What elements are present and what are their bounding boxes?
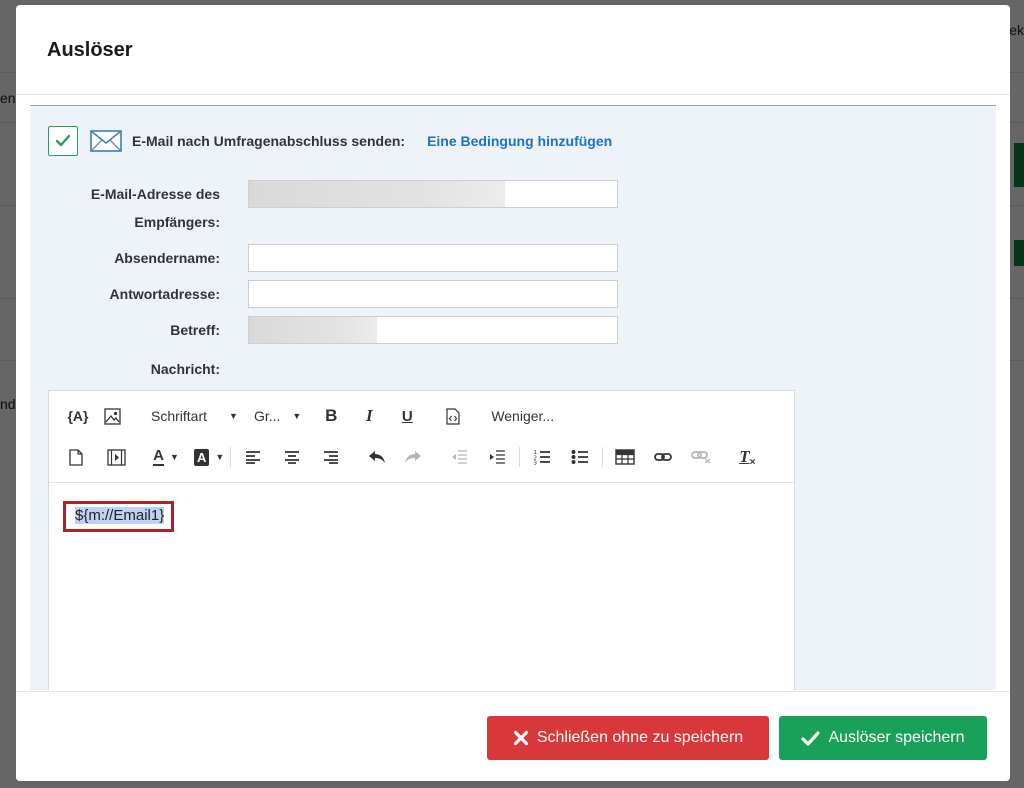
modal-body: E-Mail nach Umfragenabschluss senden: Ei… <box>30 105 996 690</box>
piped-text-button[interactable]: {A} <box>61 402 95 430</box>
italic-icon: I <box>366 406 373 425</box>
toolbar-separator <box>602 447 604 467</box>
align-center-icon <box>285 451 300 464</box>
insert-image-button[interactable] <box>95 402 129 430</box>
svg-text:3: 3 <box>534 461 538 466</box>
align-right-icon <box>324 451 339 464</box>
close-icon <box>513 730 528 746</box>
highlighted-piped-text: ${m://Email1} <box>63 501 175 532</box>
recipient-label-line1: E-Mail-Adresse des <box>90 186 220 202</box>
less-options-button[interactable]: Weniger... <box>491 402 554 430</box>
close-without-saving-button[interactable]: Schließen ohne zu speichern <box>487 716 769 760</box>
toolbar-row-2: A ▼ A ▼ 1 2 3 T × <box>61 442 763 472</box>
toolbar-separator <box>519 447 521 467</box>
outdent-button[interactable] <box>443 443 475 471</box>
italic-button[interactable]: I <box>355 402 383 430</box>
numbered-list-icon: 123 <box>534 450 551 466</box>
clear-formatting-button[interactable]: T × <box>731 443 763 471</box>
link-icon <box>654 453 673 461</box>
redo-button[interactable] <box>397 443 429 471</box>
recipient-label-line2: Empfängers: <box>134 214 220 230</box>
add-condition-link[interactable]: Eine Bedingung hinzufügen <box>427 133 612 149</box>
underline-icon: U <box>401 407 413 425</box>
recipient-email-wrapper <box>248 180 618 208</box>
modal-header: Auslöser <box>16 5 1010 95</box>
editor-content[interactable]: ${m://Email1} <box>49 483 794 690</box>
undo-icon <box>369 451 386 463</box>
subject-label: Betreff: <box>170 322 220 338</box>
indent-button[interactable] <box>481 443 513 471</box>
recipient-email-input[interactable] <box>248 180 618 208</box>
save-trigger-button[interactable]: Auslöser speichern <box>779 716 987 760</box>
less-options-label: Weniger... <box>491 408 555 424</box>
redo-icon <box>405 451 422 463</box>
align-left-button[interactable] <box>237 443 269 471</box>
font-size-value: Gr... <box>253 408 281 424</box>
recipient-email-label-cont: Empfängers: <box>30 208 220 236</box>
bold-button[interactable]: B <box>317 402 345 430</box>
source-code-button[interactable] <box>439 402 467 430</box>
table-icon <box>615 449 636 465</box>
message-label: Nachricht: <box>150 361 220 377</box>
reply-to-input[interactable] <box>248 280 618 308</box>
toolbar-separator <box>230 447 232 467</box>
message-editor: {A} Schriftart ▼ Gr... ▼ B I U Weniger... <box>48 390 795 690</box>
chevron-down-icon: ▼ <box>169 452 179 462</box>
clear-formatting-icon: T <box>739 447 750 466</box>
bulleted-list-icon <box>571 450 589 464</box>
bold-icon: B <box>325 406 338 425</box>
insert-link-button[interactable] <box>647 443 679 471</box>
unlink-icon <box>691 451 711 464</box>
recipient-email-label: E-Mail-Adresse des <box>30 180 220 208</box>
background-color-button[interactable]: A ▼ <box>194 443 224 471</box>
toolbar-row-1: {A} Schriftart ▼ Gr... ▼ B I U Weniger... <box>61 401 554 431</box>
reply-to-label: Antwortadresse: <box>109 286 220 302</box>
outdent-icon <box>452 449 468 464</box>
trigger-modal: Auslöser E-Mail nach Umfragenabschluss s… <box>16 5 1010 781</box>
email-trigger-checkbox[interactable] <box>48 126 78 156</box>
align-right-button[interactable] <box>315 443 347 471</box>
save-trigger-label: Auslöser speichern <box>828 729 965 746</box>
close-without-saving-label: Schließen ohne zu speichern <box>536 729 744 746</box>
font-size-select[interactable]: Gr... ▼ <box>254 402 301 430</box>
insert-table-button[interactable] <box>609 443 641 471</box>
insert-video-button[interactable] <box>99 443 133 471</box>
sender-name-label: Absendername: <box>114 250 220 266</box>
subject-input[interactable] <box>248 316 618 344</box>
remove-link-button[interactable] <box>685 443 717 471</box>
bulleted-list-button[interactable] <box>564 443 596 471</box>
align-center-button[interactable] <box>276 443 308 471</box>
sender-name-input[interactable] <box>248 244 618 272</box>
editor-toolbar: {A} Schriftart ▼ Gr... ▼ B I U Weniger... <box>49 391 794 483</box>
source-code-icon <box>446 407 460 425</box>
modal-title: Auslöser <box>47 39 133 61</box>
numbered-list-button[interactable]: 123 <box>526 443 558 471</box>
undo-button[interactable] <box>361 443 393 471</box>
font-family-select[interactable]: Schriftart ▼ <box>151 402 238 430</box>
chevron-down-icon: ▼ <box>229 411 238 421</box>
text-color-button[interactable]: A ▼ <box>152 443 180 471</box>
font-family-value: Schriftart <box>151 408 208 424</box>
modal-footer: Schließen ohne zu speichern Auslöser spe… <box>16 691 1010 781</box>
checkmark-icon <box>55 134 71 147</box>
email-trigger-label: E-Mail nach Umfragenabschluss senden: <box>132 133 406 149</box>
underline-button[interactable]: U <box>393 402 421 430</box>
indent-icon <box>490 449 506 464</box>
email-trigger-row: E-Mail nach Umfragenabschluss senden: Ei… <box>48 126 612 156</box>
subject-wrapper <box>248 316 618 344</box>
video-icon <box>106 448 126 466</box>
clear-x-icon: × <box>749 456 756 468</box>
text-color-icon: A <box>153 447 164 466</box>
new-document-button[interactable] <box>61 443 91 471</box>
envelope-icon <box>90 130 122 152</box>
image-icon <box>103 407 121 425</box>
chevron-down-icon: ▼ <box>215 452 225 462</box>
piped-text-icon: {A} <box>67 408 89 424</box>
chevron-down-icon: ▼ <box>292 411 302 421</box>
document-icon <box>69 448 83 466</box>
checkmark-icon <box>801 730 821 746</box>
align-left-icon <box>246 451 261 464</box>
piped-text-value[interactable]: ${m://Email1} <box>75 507 165 524</box>
background-color-icon: A <box>194 448 210 466</box>
